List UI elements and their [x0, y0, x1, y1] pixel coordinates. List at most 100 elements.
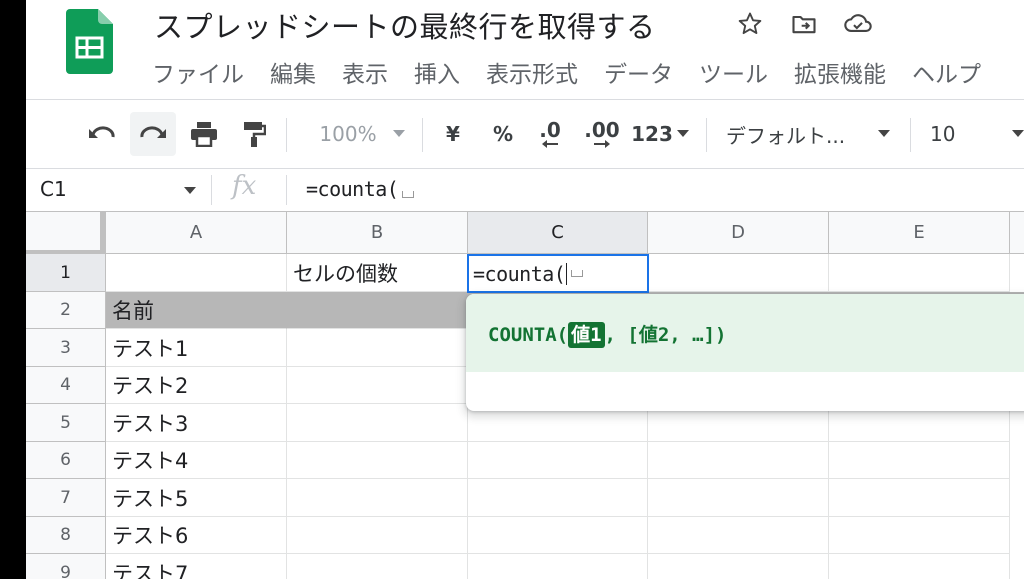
- cell-c1-active-editor[interactable]: =counta(: [467, 254, 649, 293]
- decrease-decimal-button[interactable]: .0: [532, 112, 568, 156]
- row-header-7[interactable]: 7: [26, 479, 106, 517]
- cell[interactable]: [829, 479, 1010, 517]
- font-size-value: 10: [930, 122, 956, 146]
- menu-data[interactable]: データ: [591, 56, 686, 94]
- cell-e1[interactable]: [829, 254, 1010, 292]
- toolbar-divider: [422, 118, 423, 152]
- column-header-e[interactable]: E: [829, 212, 1010, 254]
- star-icon[interactable]: [734, 8, 766, 40]
- cell-a7[interactable]: テスト5: [106, 479, 287, 517]
- font-size-select[interactable]: 10: [930, 112, 1024, 156]
- cell[interactable]: [829, 442, 1010, 479]
- row-header-4[interactable]: 4: [26, 367, 106, 404]
- column-header-a[interactable]: A: [106, 212, 287, 254]
- cell-a2[interactable]: 名前: [106, 292, 287, 329]
- cell-d1[interactable]: [648, 254, 829, 292]
- cell[interactable]: [287, 517, 468, 554]
- column-header-f[interactable]: [1010, 212, 1024, 254]
- move-to-folder-icon[interactable]: [788, 8, 820, 40]
- font-family-select[interactable]: デフォルト...: [726, 112, 896, 156]
- cell[interactable]: [287, 442, 468, 479]
- row-header-2[interactable]: 2: [26, 292, 106, 329]
- menu-file[interactable]: ファイル: [152, 56, 257, 94]
- cell-b1[interactable]: セルの個数: [287, 254, 468, 292]
- cell[interactable]: [829, 554, 1010, 579]
- cell[interactable]: [287, 554, 468, 579]
- menu-view[interactable]: 表示: [329, 56, 401, 94]
- column-header-b[interactable]: B: [287, 212, 468, 254]
- function-autocomplete-popup[interactable]: COUNTA(値1, [値2, …]): [466, 294, 1024, 411]
- cloud-status-icon[interactable]: [842, 8, 874, 40]
- text-caret: [566, 262, 568, 285]
- formula-input[interactable]: =counta(: [306, 177, 415, 201]
- print-icon[interactable]: [184, 112, 224, 156]
- percent-format-button[interactable]: %: [488, 112, 518, 156]
- currency-format-button[interactable]: ¥: [438, 112, 468, 156]
- chevron-down-icon: [1012, 130, 1024, 137]
- row-header-3[interactable]: 3: [26, 329, 106, 367]
- cell-b2[interactable]: [287, 292, 468, 329]
- cell-a4[interactable]: テスト2: [106, 367, 287, 404]
- menu-insert[interactable]: 挿入: [401, 56, 473, 94]
- menu-edit[interactable]: 編集: [257, 56, 329, 94]
- row-header-9[interactable]: 9: [26, 554, 106, 579]
- menu-bar: ファイル 編集 表示 挿入 表示形式 データ ツール 拡張機能 ヘルプ: [152, 56, 994, 94]
- arrow-left-icon: [542, 140, 558, 148]
- sheets-logo-icon[interactable]: [66, 9, 113, 74]
- cell[interactable]: [468, 517, 648, 554]
- undo-icon[interactable]: [82, 112, 122, 156]
- chevron-down-icon: [392, 130, 405, 137]
- cell-a9[interactable]: テスト7: [106, 554, 287, 579]
- zoom-value: 100%: [319, 122, 377, 146]
- formula-bar-divider: [211, 175, 212, 205]
- toolbar: 100% ¥ % .0 .00 123 デフォルト... 10: [26, 100, 1024, 168]
- toolbar-divider: [706, 118, 707, 152]
- cell[interactable]: [287, 404, 468, 442]
- cell-a1[interactable]: [106, 254, 287, 292]
- percent-format-label: %: [492, 122, 514, 146]
- menu-tools[interactable]: ツール: [686, 56, 781, 94]
- menu-format[interactable]: 表示形式: [473, 56, 591, 94]
- cell-a6[interactable]: テスト4: [106, 442, 287, 479]
- zoom-select[interactable]: 100%: [312, 112, 412, 156]
- cell-a5[interactable]: テスト3: [106, 404, 287, 442]
- cell[interactable]: [287, 479, 468, 517]
- select-all-corner[interactable]: [26, 212, 106, 254]
- space-marker: [402, 191, 415, 198]
- cell[interactable]: [829, 517, 1010, 554]
- menu-help[interactable]: ヘルプ: [899, 56, 994, 94]
- cell[interactable]: [468, 479, 648, 517]
- currency-format-label: ¥: [446, 122, 460, 146]
- name-box[interactable]: C1: [40, 177, 67, 201]
- number-format-select[interactable]: 123: [630, 112, 690, 156]
- cell[interactable]: [468, 442, 648, 479]
- remaining-arguments: , [値2, …]): [604, 323, 727, 346]
- toolbar-divider: [286, 118, 287, 152]
- number-format-label: 123: [631, 122, 673, 146]
- chevron-down-icon[interactable]: [184, 187, 196, 195]
- cell[interactable]: [648, 479, 829, 517]
- font-family-value: デフォルト...: [726, 123, 846, 148]
- cell-a8[interactable]: テスト6: [106, 517, 287, 554]
- cell[interactable]: [648, 554, 829, 579]
- row-header-5[interactable]: 5: [26, 404, 106, 442]
- cell[interactable]: [468, 554, 648, 579]
- column-header-c[interactable]: C: [468, 212, 648, 254]
- column-header-d[interactable]: D: [648, 212, 829, 254]
- cell[interactable]: [287, 329, 468, 367]
- paint-format-icon[interactable]: [234, 112, 274, 156]
- redo-icon[interactable]: [130, 112, 176, 156]
- cell-a3[interactable]: テスト1: [106, 329, 287, 367]
- row-header-1[interactable]: 1: [26, 254, 106, 292]
- menu-extensions[interactable]: 拡張機能: [781, 56, 899, 94]
- cell[interactable]: [648, 442, 829, 479]
- function-suggestion[interactable]: COUNTA(値1, [値2, …]): [466, 294, 1024, 372]
- increase-decimal-label: .00: [584, 118, 620, 142]
- cell[interactable]: [648, 517, 829, 554]
- row-header-8[interactable]: 8: [26, 517, 106, 554]
- increase-decimal-button[interactable]: .00: [580, 112, 624, 156]
- document-title[interactable]: スプレッドシートの最終行を取得する: [154, 4, 656, 46]
- cell[interactable]: [287, 367, 468, 404]
- space-marker: [571, 270, 584, 277]
- row-header-6[interactable]: 6: [26, 442, 106, 479]
